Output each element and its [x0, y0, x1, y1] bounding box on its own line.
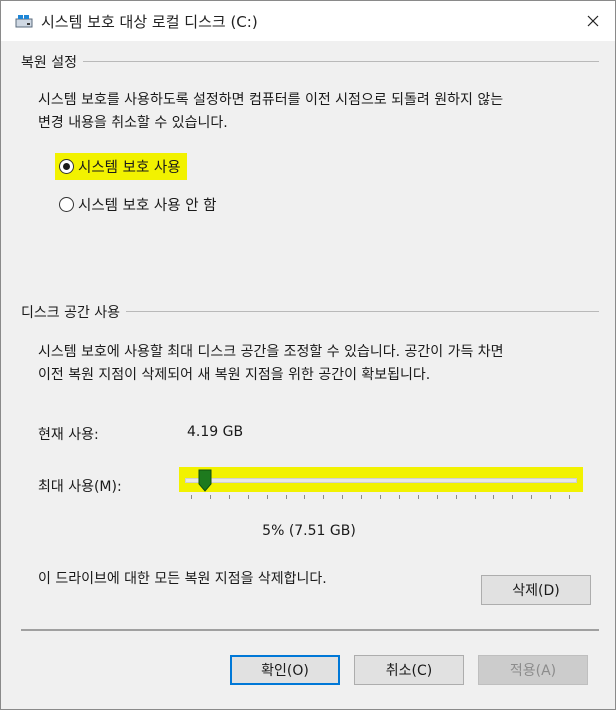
slider-tick [228, 495, 230, 499]
title-bar: 시스템 보호 대상 로컬 디스크 (C:) [1, 1, 615, 41]
restore-settings-description: 시스템 보호를 사용하도록 설정하면 컴퓨터를 이전 시점으로 되돌려 원하지 … [38, 89, 503, 135]
slider-tick [342, 495, 344, 499]
slider-track [185, 478, 577, 483]
slider-ticks [1, 495, 616, 501]
ok-button[interactable]: 확인(O) [230, 655, 340, 685]
max-usage-display: 5% (7.51 GB) [262, 523, 356, 539]
current-usage-label: 현재 사용: [38, 427, 99, 443]
radio-checked-icon [59, 159, 74, 174]
window-title: 시스템 보호 대상 로컬 디스크 (C:) [41, 13, 258, 31]
slider-tick [304, 495, 306, 499]
max-usage-slider[interactable] [179, 467, 583, 492]
slider-tick [569, 495, 570, 499]
slider-tick [550, 495, 552, 499]
footer-divider [21, 629, 599, 631]
slider-thumb[interactable] [198, 469, 212, 493]
slider-tick [247, 495, 249, 499]
cancel-button[interactable]: 취소(C) [354, 655, 464, 685]
disk-description-line-2: 이전 복원 지점이 삭제되어 새 복원 지점을 위한 공간이 확보됩니다. [38, 367, 431, 383]
delete-button[interactable]: 삭제(D) [481, 575, 591, 605]
radio-unchecked-icon [59, 197, 74, 212]
restore-settings-heading: 복원 설정 [21, 52, 83, 72]
radio-disable-protection[interactable]: 시스템 보호 사용 안 함 [59, 194, 217, 215]
radio-disable-label: 시스템 보호 사용 안 함 [78, 198, 217, 214]
apply-button[interactable]: 적용(A) [478, 655, 588, 685]
slider-tick [209, 495, 211, 499]
dialog-window: 시스템 보호 대상 로컬 디스크 (C:) 복원 설정 시스템 보호를 사용하도… [0, 0, 616, 710]
slider-tick [512, 495, 514, 499]
disk-usage-description: 시스템 보호에 사용할 최대 디스크 공간을 조정할 수 있습니다. 공간이 가… [38, 341, 504, 387]
slider-tick [380, 495, 381, 499]
close-icon [587, 15, 599, 27]
slider-tick [361, 495, 363, 499]
slider-tick [285, 495, 287, 499]
drive-icon [15, 15, 33, 28]
disk-usage-heading: 디스크 공간 사용 [21, 302, 127, 322]
slider-tick [455, 495, 457, 499]
restore-description-line-1: 시스템 보호를 사용하도록 설정하면 컴퓨터를 이전 시점으로 되돌려 원하지 … [38, 92, 504, 108]
radio-enable-protection[interactable]: 시스템 보호 사용 [55, 153, 187, 180]
restore-settings-divider [21, 61, 599, 62]
current-usage-value: 4.19 GB [187, 424, 244, 440]
slider-tick [323, 495, 325, 499]
delete-description: 이 드라이브에 대한 모든 복원 지점을 삭제합니다. [38, 571, 327, 587]
max-usage-label: 최대 사용(M): [38, 479, 122, 495]
disk-description-line-1: 시스템 보호에 사용할 최대 디스크 공간을 조정할 수 있습니다. 공간이 가… [38, 344, 504, 360]
slider-tick [191, 495, 192, 499]
slider-tick [398, 495, 400, 499]
slider-tick [531, 495, 533, 499]
restore-description-line-2: 변경 내용을 취소할 수 있습니다. [38, 115, 228, 131]
slider-tick [436, 495, 438, 499]
close-button[interactable] [571, 1, 615, 41]
slider-tick [474, 495, 476, 499]
radio-enable-label: 시스템 보호 사용 [78, 160, 181, 176]
slider-tick [417, 495, 419, 499]
slider-tick [493, 495, 495, 499]
slider-tick [266, 495, 268, 499]
